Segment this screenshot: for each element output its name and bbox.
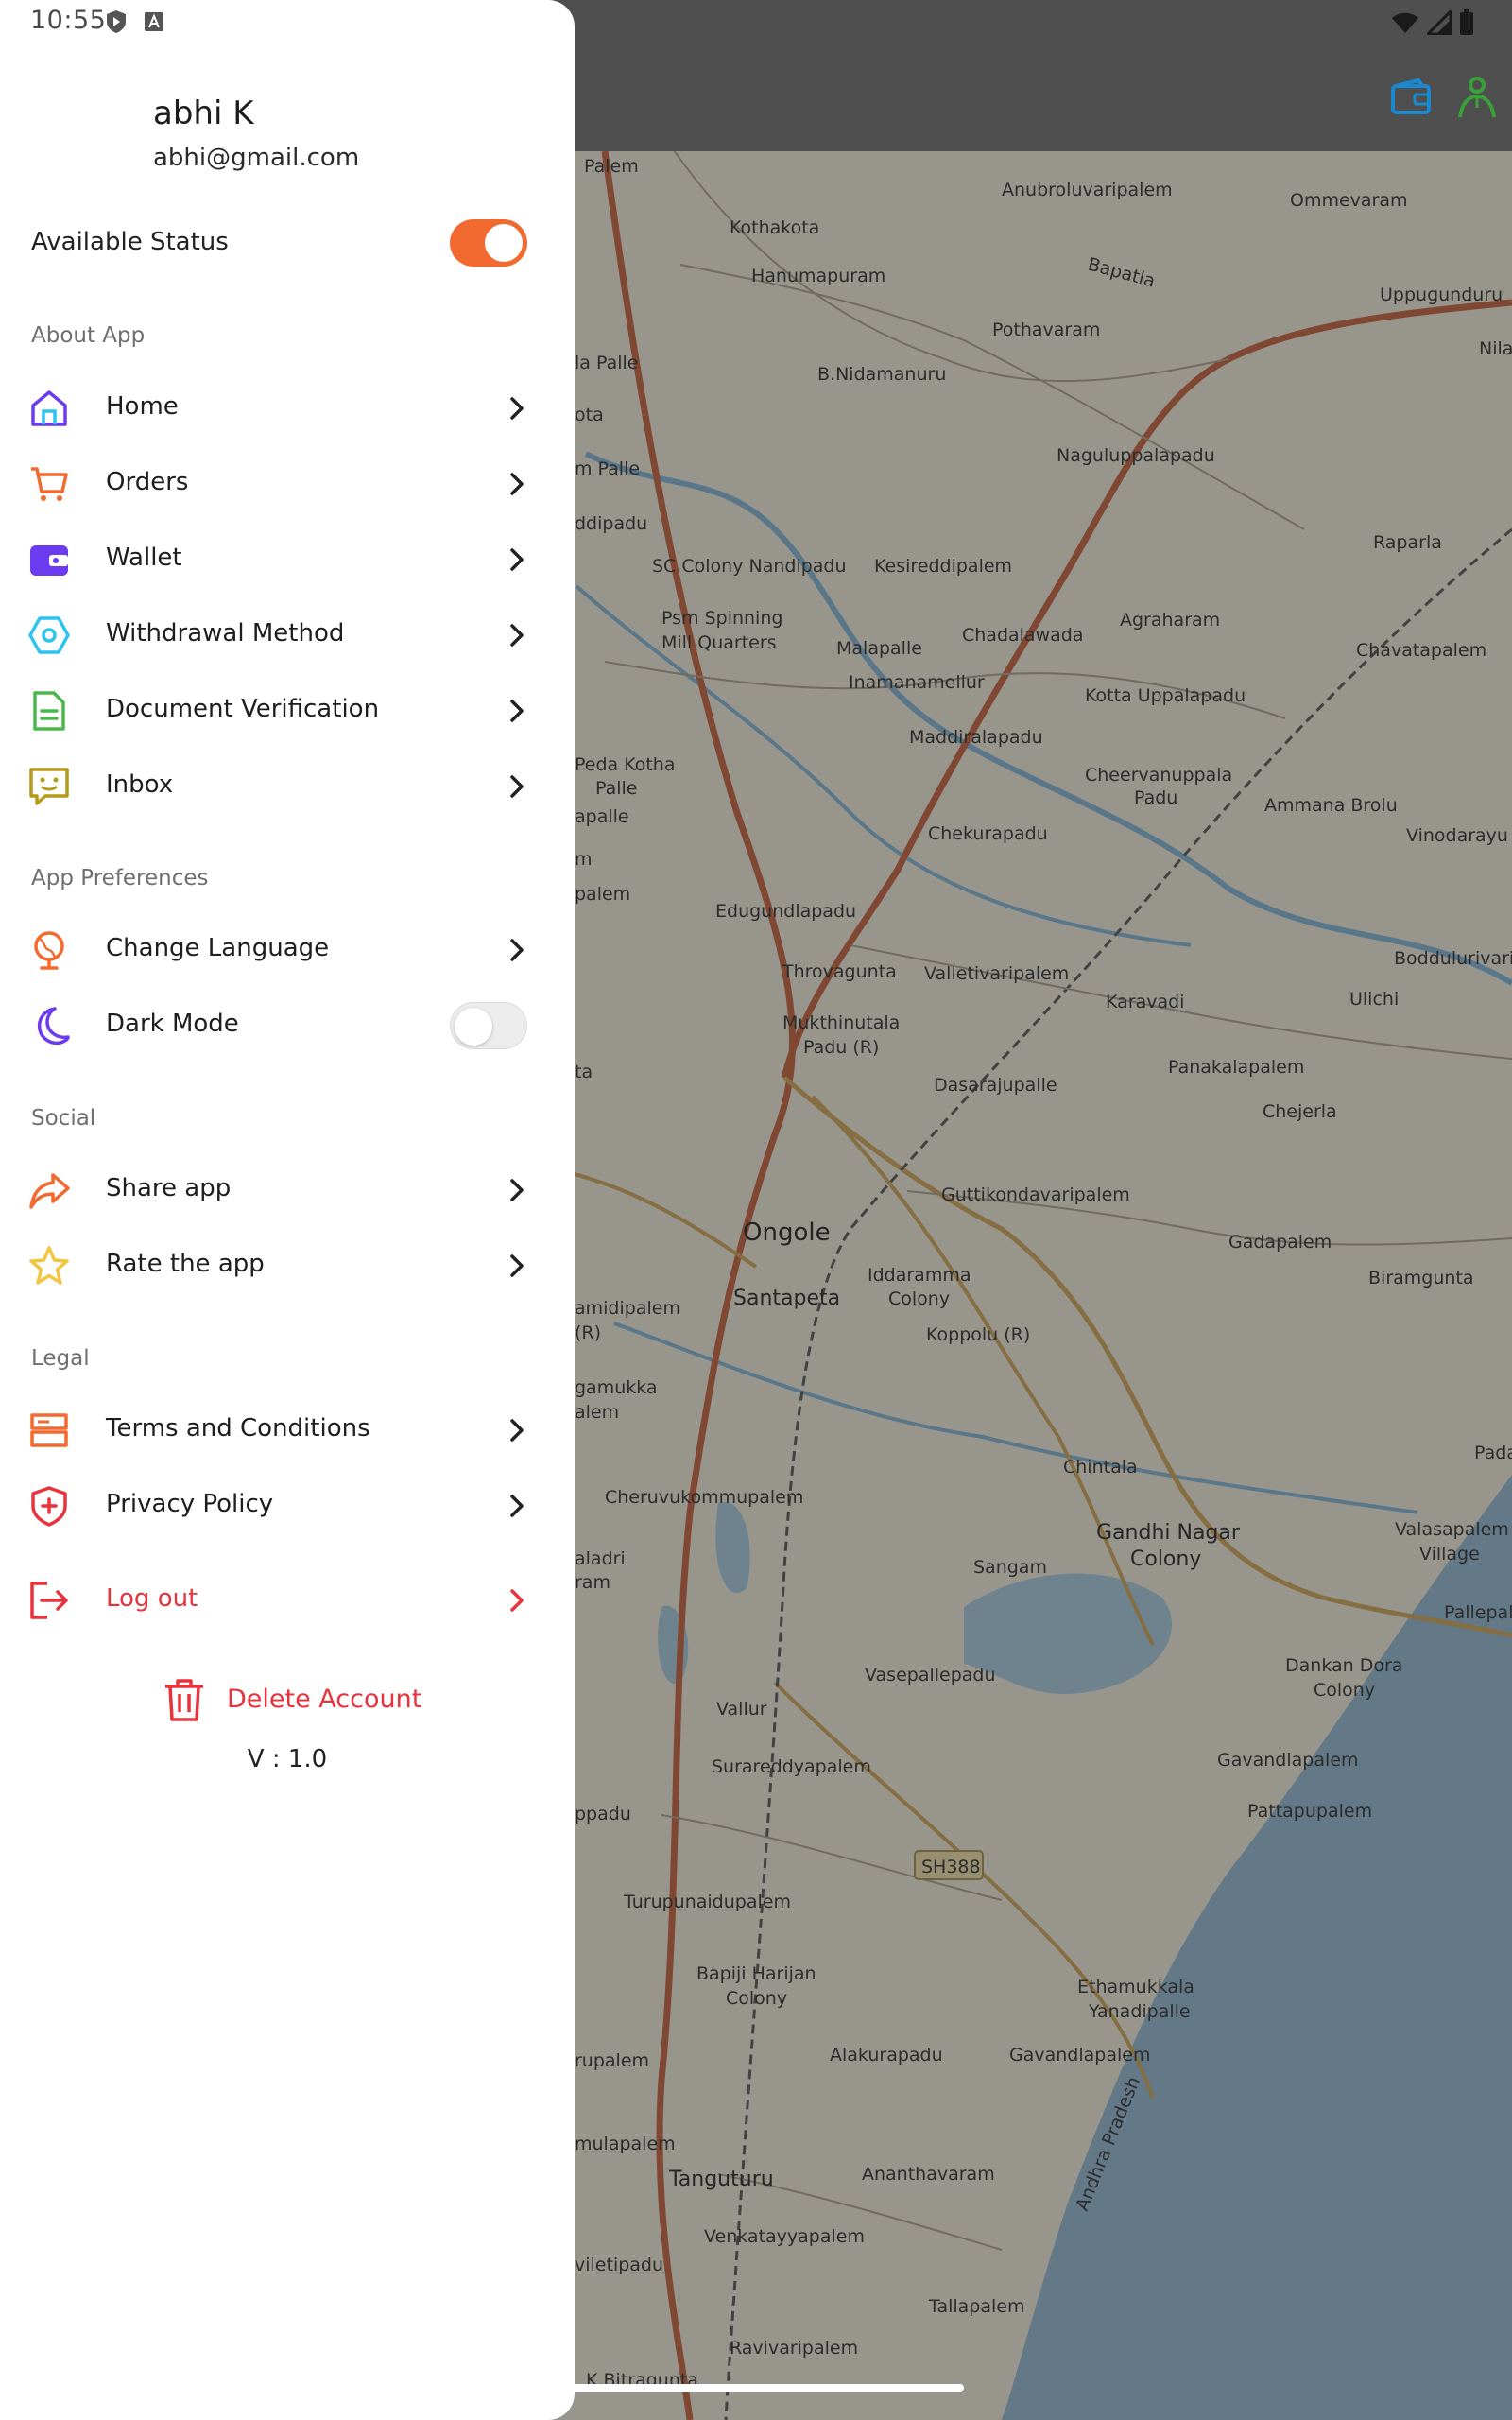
delete-account-label: Delete Account	[227, 1685, 422, 1714]
menu-item-withdrawal-method[interactable]: Withdrawal Method	[0, 600, 575, 670]
trash-icon	[165, 1679, 203, 1721]
menu-item-document-verification[interactable]: Document Verification	[0, 676, 575, 746]
menu-label-logout: Log out	[106, 1584, 198, 1613]
menu-item-logout[interactable]: Log out	[0, 1565, 575, 1635]
available-status-toggle[interactable]	[450, 219, 527, 267]
menu-label-dark-mode: Dark Mode	[106, 1010, 239, 1038]
menu-label-rate-app: Rate the app	[106, 1250, 265, 1278]
star-icon	[29, 1246, 69, 1285]
globe-icon	[34, 931, 64, 970]
toggle-knob	[455, 1008, 492, 1046]
chevron-right-icon	[510, 775, 524, 798]
cell-signal-icon	[1427, 10, 1452, 35]
document-icon	[33, 691, 65, 731]
dark-mode-toggle[interactable]	[450, 1002, 527, 1049]
available-status-row: Available Status	[0, 212, 575, 274]
moon-icon	[37, 1007, 70, 1046]
chevron-right-icon	[510, 1495, 524, 1517]
status-notification-icons	[106, 9, 164, 34]
profile-email: abhi@gmail.com	[153, 144, 360, 172]
menu-item-orders[interactable]: Orders	[0, 449, 575, 519]
status-bar: 10:55	[0, 0, 1512, 45]
menu-label-inbox: Inbox	[106, 770, 174, 799]
menu-item-home[interactable]: Home	[0, 373, 575, 443]
menu-label-orders: Orders	[106, 468, 189, 496]
hexagon-settings-icon	[28, 616, 70, 654]
battery-icon	[1460, 9, 1473, 35]
chevron-right-icon	[510, 473, 524, 495]
menu-label-document-verification: Document Verification	[106, 695, 380, 723]
status-time: 10:55	[30, 6, 107, 35]
wallet-icon[interactable]	[1387, 74, 1435, 121]
menu-label-share-app: Share app	[106, 1174, 232, 1202]
menu-item-wallet[interactable]: Wallet	[0, 525, 575, 595]
document-stack-icon	[30, 1413, 68, 1447]
menu-item-rate-app[interactable]: Rate the app	[0, 1231, 575, 1301]
wallet-icon	[30, 545, 68, 576]
section-title-social: Social	[31, 1106, 96, 1131]
status-system-icons	[1391, 9, 1474, 36]
menu-label-withdrawal-method: Withdrawal Method	[106, 619, 345, 648]
play-protect-icon	[107, 10, 126, 33]
chevron-right-icon	[510, 1254, 524, 1277]
shield-plus-icon	[31, 1486, 67, 1527]
menu-item-dark-mode[interactable]: Dark Mode	[0, 991, 575, 1061]
chevron-right-icon	[510, 548, 524, 571]
menu-label-home: Home	[106, 392, 179, 421]
logout-icon	[30, 1582, 68, 1619]
menu-item-inbox[interactable]: Inbox	[0, 752, 575, 821]
home-indicator[interactable]	[567, 2384, 964, 2392]
app-bar-actions	[1387, 74, 1501, 121]
section-title-app-preferences: App Preferences	[31, 866, 209, 890]
menu-item-terms[interactable]: Terms and Conditions	[0, 1395, 575, 1465]
profile-icon[interactable]	[1453, 74, 1501, 121]
chevron-right-icon	[510, 1419, 524, 1442]
menu-label-change-language: Change Language	[106, 934, 330, 962]
chevron-right-icon	[510, 939, 524, 961]
wifi-icon	[1392, 12, 1418, 33]
chevron-right-icon	[510, 1589, 524, 1612]
section-title-legal: Legal	[31, 1346, 90, 1371]
menu-label-wallet: Wallet	[106, 544, 182, 572]
toggle-knob	[485, 224, 523, 262]
available-status-label: Available Status	[31, 228, 229, 256]
chevron-right-icon	[510, 700, 524, 722]
menu-item-share-app[interactable]: Share app	[0, 1155, 575, 1225]
delete-account-button[interactable]: Delete Account	[163, 1673, 446, 1726]
chevron-right-icon	[510, 1179, 524, 1201]
menu-item-change-language[interactable]: Change Language	[0, 915, 575, 985]
profile-name: abhi K	[153, 95, 254, 132]
keyboard-a-icon	[145, 12, 163, 31]
home-icon	[31, 390, 67, 426]
section-title-about-app: About App	[31, 323, 146, 348]
menu-label-privacy-policy: Privacy Policy	[106, 1490, 274, 1518]
chat-smile-icon	[29, 768, 69, 805]
menu-item-privacy-policy[interactable]: Privacy Policy	[0, 1471, 575, 1541]
app-version: V : 1.0	[247, 1745, 328, 1773]
chevron-right-icon	[510, 624, 524, 647]
cart-icon	[31, 467, 68, 501]
share-arrow-icon	[29, 1173, 70, 1209]
navigation-drawer: abhi K abhi@gmail.com Available Status A…	[0, 0, 575, 2420]
menu-label-terms: Terms and Conditions	[106, 1414, 370, 1443]
chevron-right-icon	[510, 397, 524, 420]
